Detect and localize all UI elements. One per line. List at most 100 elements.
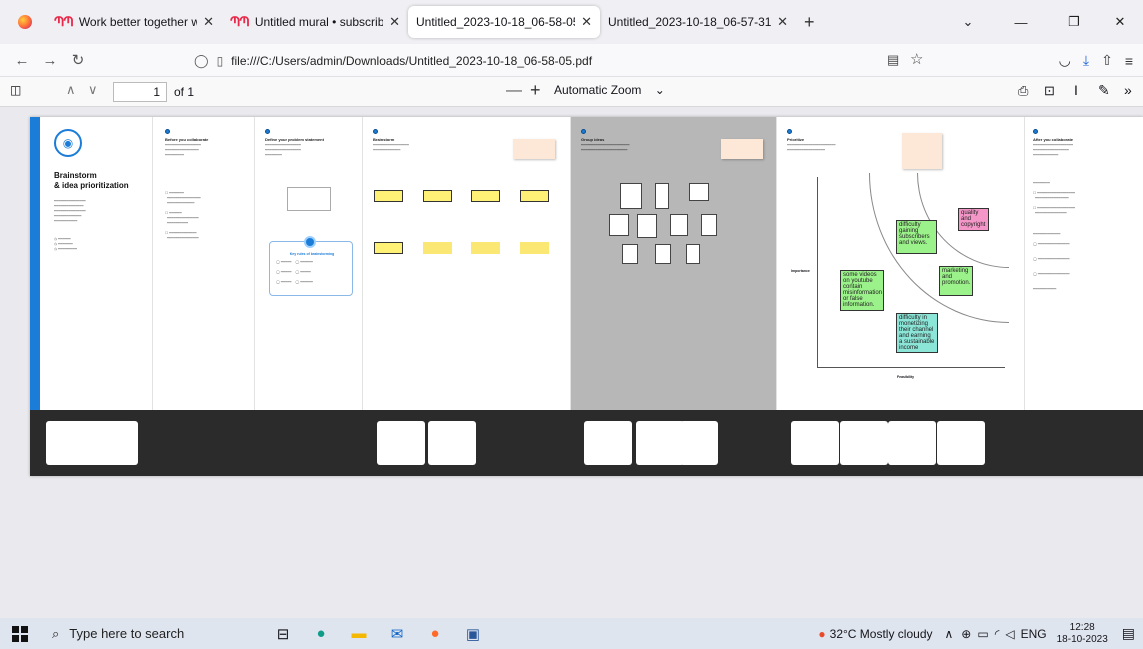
- after-collaborate-panel: After you collaborate ━━━━━━━━━━━━━━━━━━…: [1025, 117, 1143, 410]
- page-total: of 1: [174, 85, 195, 99]
- chevron-up-icon[interactable]: ∧: [945, 627, 954, 641]
- pdf-page: ◉ Brainstorm & idea prioritization ━━━━━…: [30, 117, 1143, 476]
- intro-title-line2: & idea prioritization: [54, 181, 129, 190]
- close-icon[interactable]: ✕: [203, 14, 214, 30]
- tab-label: Untitled mural • subscribers gai: [254, 15, 384, 29]
- step-icon: [787, 129, 792, 134]
- restore-icon[interactable]: ❐: [1051, 14, 1097, 30]
- draw-tool-icon[interactable]: ✎: [1098, 82, 1110, 99]
- close-window-icon[interactable]: ✕: [1097, 14, 1143, 30]
- notification-icon[interactable]: ▤: [1122, 625, 1135, 642]
- cluster: [637, 214, 657, 238]
- tab-pdf-2[interactable]: Untitled_2023-10-18_06-57-31.pdf ✕: [600, 6, 796, 38]
- rules-title: Key rules of brainstorming: [289, 252, 335, 256]
- volume-icon[interactable]: ◁: [1005, 627, 1014, 641]
- close-icon[interactable]: ✕: [777, 14, 788, 30]
- close-icon[interactable]: ✕: [581, 14, 592, 30]
- sticky-placeholder: [471, 242, 500, 254]
- prioritize-thumb: [791, 421, 839, 465]
- sticky-group: [423, 190, 452, 202]
- cluster: [655, 244, 671, 264]
- cluster: [686, 244, 700, 264]
- clock[interactable]: 12:28 18-10-2023: [1057, 622, 1108, 646]
- brainstorm-thumb: [428, 421, 476, 465]
- back-icon[interactable]: ←: [8, 52, 36, 69]
- step-icon: [1033, 129, 1038, 134]
- zoom-in-icon[interactable]: +: [530, 80, 541, 101]
- sidebar-toggle-icon[interactable]: ◫: [10, 83, 21, 97]
- battery-icon[interactable]: ▭: [977, 627, 988, 641]
- pocket-icon[interactable]: ◡: [1059, 52, 1071, 69]
- list-tabs-icon[interactable]: ⌄: [945, 14, 991, 30]
- download-icon[interactable]: ⤓: [1083, 52, 1089, 69]
- edge-icon[interactable]: ●: [302, 625, 340, 642]
- section-title: Group ideas: [581, 137, 605, 142]
- intro-panel: ◉ Brainstorm & idea prioritization ━━━━━…: [40, 117, 153, 410]
- menu-icon[interactable]: ≡: [1125, 53, 1133, 69]
- zoom-out-icon[interactable]: —: [506, 82, 522, 100]
- text-tool-icon[interactable]: I: [1074, 82, 1078, 98]
- zoom-value: Automatic Zoom: [554, 83, 642, 97]
- bookmark-star-icon[interactable]: ☆: [910, 50, 923, 68]
- prioritize-thumb: [937, 421, 985, 465]
- y-axis: [817, 177, 818, 367]
- word-icon[interactable]: ▣: [454, 625, 492, 643]
- section-body: ━━━━━━━━━━━━━━━━━━━━━━━━━━━━━━━━━━━━━━━━…: [1033, 143, 1074, 157]
- windows-start-icon[interactable]: [12, 625, 28, 642]
- close-icon[interactable]: ✕: [389, 14, 400, 30]
- before-collaborate-panel: Before you collaborate ━━━━━━━━━━━━━━━━━…: [153, 117, 255, 410]
- weather-text[interactable]: 32°C Mostly cloudy: [830, 627, 933, 641]
- next-page-icon[interactable]: ∨: [88, 82, 98, 98]
- print-icon[interactable]: ⎙: [1018, 83, 1028, 99]
- new-tab-icon[interactable]: +: [804, 12, 815, 33]
- previous-page-icon[interactable]: ∧: [66, 82, 76, 98]
- priority-note: difficulty in monetizing their channel a…: [896, 313, 938, 353]
- firefox-taskbar-icon[interactable]: ●: [416, 625, 454, 642]
- shield-icon[interactable]: ◯: [194, 53, 209, 69]
- clock-date: 18-10-2023: [1056, 633, 1108, 645]
- brainstorm-panel: Brainstorm ━━━━━━━━━━━━━━━━━ ━━━━━━━━━━━━…: [363, 117, 571, 410]
- quick-add-ons: ━━━━━━━━ ☐ ━━━━━━━━━━━━━━━━━━ ━━━━━━━━━━━…: [1033, 181, 1076, 215]
- mail-icon[interactable]: ✉: [378, 625, 416, 643]
- priority-note: some videos on youtube contain misinform…: [840, 270, 884, 311]
- wifi-icon[interactable]: ◜: [995, 627, 1000, 641]
- file-explorer-icon[interactable]: ▬: [340, 625, 378, 642]
- firefox-icon[interactable]: [18, 15, 32, 29]
- step-icon: [265, 129, 270, 134]
- url-text[interactable]: file:///C:/Users/admin/Downloads/Untitle…: [231, 54, 592, 68]
- pdf-viewer[interactable]: ◉ Brainstorm & idea prioritization ━━━━━…: [0, 107, 1143, 618]
- rules-icon: [304, 236, 316, 248]
- page-icon: ▯: [216, 53, 224, 68]
- section-body: ━━━━━━━━━━━━━━━━━ ━━━━━━━━━━━━━: [373, 143, 409, 152]
- reader-view-icon[interactable]: ▤: [887, 52, 899, 68]
- reload-icon[interactable]: ↻: [64, 51, 92, 69]
- more-tools-icon[interactable]: »: [1124, 82, 1132, 98]
- weather-icon[interactable]: ●: [818, 627, 825, 641]
- tip-note: [721, 139, 763, 159]
- taskbar-search[interactable]: ⌕ Type here to search: [42, 618, 286, 649]
- zoom-select[interactable]: Automatic Zoom ⌄: [548, 81, 671, 99]
- sticky-placeholder: [423, 242, 452, 254]
- tab-mural-untitled[interactable]: ՊՊ Untitled mural • subscribers gai ✕: [222, 6, 408, 38]
- cluster: [609, 214, 629, 236]
- tab-mural-work[interactable]: ՊՊ Work better together with Mura ✕: [46, 6, 222, 38]
- define-problem-panel: Define your problem statement ━━━━━━━━━━…: [255, 117, 363, 410]
- x-axis: [817, 367, 1005, 368]
- step-icon: [165, 129, 170, 134]
- save-icon[interactable]: ⊡: [1044, 83, 1055, 99]
- minimize-icon[interactable]: —: [991, 15, 1051, 30]
- section-title: Define your problem statement: [265, 137, 324, 142]
- page-number-input[interactable]: 1: [113, 82, 167, 102]
- group-thumb: [636, 421, 684, 465]
- url-bar[interactable]: ◯ ▯ file:///C:/Users/admin/Downloads/Unt…: [194, 48, 930, 73]
- language-indicator[interactable]: ENG: [1021, 627, 1047, 641]
- share-icon[interactable]: ⇧: [1101, 52, 1113, 69]
- tab-pdf-active[interactable]: Untitled_2023-10-18_06-58-05.pdf ✕: [408, 6, 600, 38]
- cluster: [701, 214, 717, 236]
- section-body: ━━━━━━━━━━━━━━━━━━━━━━━━━━━━━━━━━━━━━━━━…: [165, 143, 201, 157]
- forward-icon[interactable]: →: [36, 52, 64, 69]
- priority-note: marketing and promotion.: [939, 266, 973, 296]
- network-icon[interactable]: ⊕: [961, 627, 971, 641]
- task-view-icon[interactable]: ⊟: [264, 625, 302, 643]
- pdf-toolbar: ◫ ∧ ∨ 1 of 1 — + Automatic Zoom ⌄ ⎙ ⊡ I …: [0, 77, 1143, 107]
